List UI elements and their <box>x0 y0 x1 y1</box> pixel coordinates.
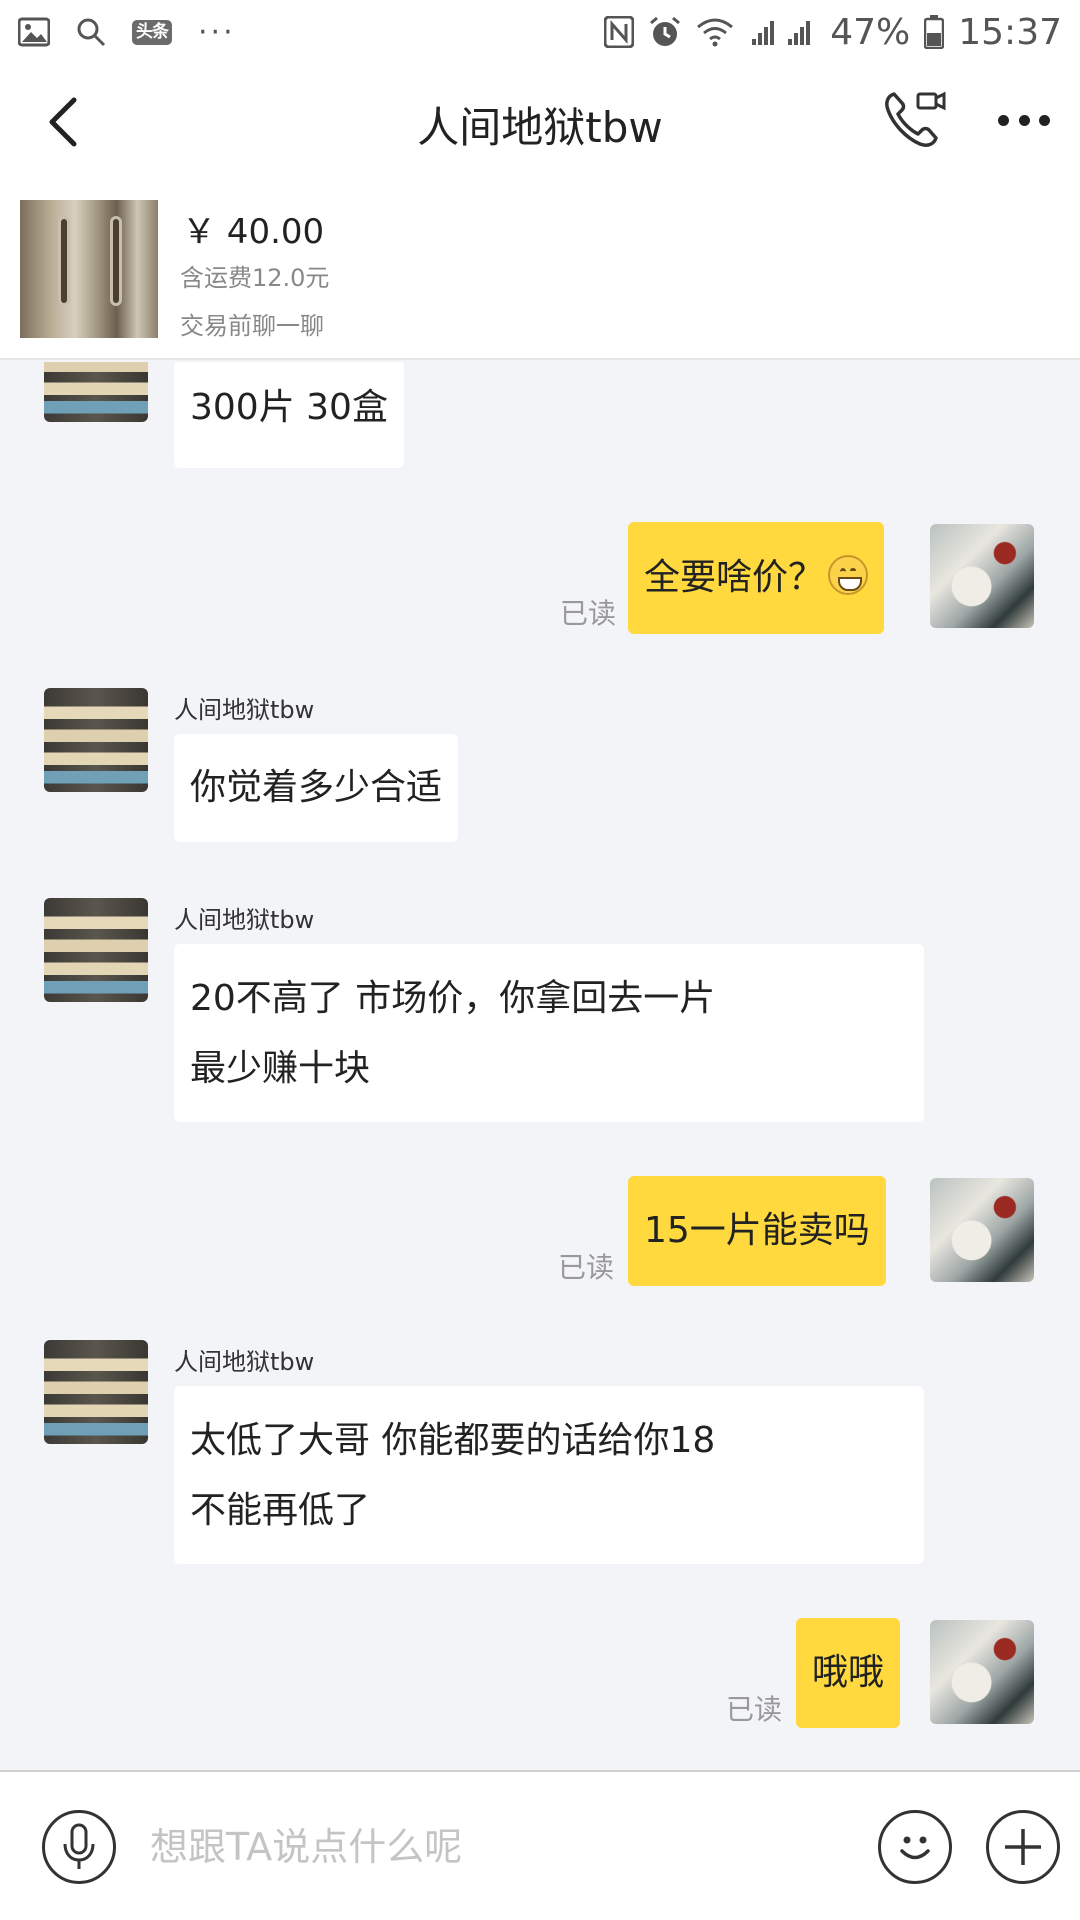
toutiao-app-icon: 头条 <box>132 19 172 45</box>
message-text: 你觉着多少合适 <box>190 767 443 808</box>
message-bubble-outgoing[interactable]: 全要啥价？ <box>628 522 885 634</box>
product-card[interactable]: ￥ 40.00 含运费12.0元 交易前聊一聊 <box>0 180 1080 360</box>
battery-percent: 47% <box>830 11 911 53</box>
message-text: 哦哦 <box>812 1652 885 1693</box>
message-input[interactable] <box>150 1812 850 1882</box>
search-icon <box>76 17 106 47</box>
shipping-fee: 含运费12.0元 <box>180 264 330 292</box>
call-button[interactable] <box>880 88 950 152</box>
message-bubble-outgoing[interactable]: 哦哦 <box>796 1618 901 1728</box>
seller-avatar[interactable] <box>44 362 148 422</box>
my-avatar[interactable] <box>930 1178 1034 1282</box>
message-bubble-incoming[interactable]: 300片 30盒 <box>174 362 404 468</box>
message-text-line: 20不高了 市场价，你拿回去一片 <box>190 978 716 1019</box>
seller-avatar[interactable] <box>44 898 148 1002</box>
grinning-face-icon <box>828 555 869 595</box>
my-avatar[interactable] <box>930 524 1034 628</box>
seller-avatar[interactable] <box>44 688 148 792</box>
message-text: 300片 30盒 <box>190 387 388 428</box>
chat-header: 人间地狱tbw <box>0 64 1080 180</box>
voice-input-button[interactable] <box>42 1810 116 1884</box>
phone-video-icon <box>885 91 946 147</box>
gallery-icon <box>18 17 50 47</box>
alarm-icon <box>648 15 682 49</box>
message-text: 全要啥价？ <box>644 557 825 598</box>
product-price: ￥ 40.00 <box>182 212 325 252</box>
microphone-icon <box>63 1823 95 1869</box>
sender-name: 人间地狱tbw <box>174 696 315 724</box>
more-options-button[interactable] <box>992 98 1056 142</box>
sender-name: 人间地狱tbw <box>174 906 315 934</box>
read-receipt: 已读 <box>558 1251 615 1284</box>
image-detail <box>58 216 70 306</box>
read-receipt: 已读 <box>560 597 617 630</box>
emoji-button[interactable] <box>878 1810 952 1884</box>
read-receipt: 已读 <box>726 1693 783 1726</box>
more-actions-button[interactable] <box>986 1810 1060 1884</box>
message-bubble-incoming[interactable]: 20不高了 市场价，你拿回去一片 最少赚十块 <box>174 944 924 1122</box>
more-notifications-icon: ··· <box>198 14 236 50</box>
product-image[interactable] <box>20 200 158 338</box>
chat-prompt: 交易前聊一聊 <box>180 312 324 340</box>
message-text-line: 太低了大哥 你能都要的话给你18 <box>190 1420 716 1461</box>
message-text: 15一片能卖吗 <box>644 1210 870 1251</box>
my-avatar[interactable] <box>930 1620 1034 1724</box>
message-text-line: 不能再低了 <box>190 1490 371 1531</box>
plus-icon <box>1005 1829 1041 1865</box>
seller-avatar[interactable] <box>44 1340 148 1444</box>
dot-icon <box>1018 114 1030 126</box>
battery-icon <box>924 15 945 49</box>
image-detail <box>110 216 122 306</box>
smiley-icon <box>900 1836 930 1860</box>
clock: 15:37 <box>958 11 1062 53</box>
signal-icon <box>748 17 816 47</box>
back-button[interactable] <box>38 94 94 150</box>
wifi-icon <box>696 17 734 47</box>
dot-icon <box>1039 114 1050 126</box>
message-bubble-incoming[interactable]: 你觉着多少合适 <box>174 734 459 842</box>
dot-icon <box>998 114 1009 126</box>
message-bubble-incoming[interactable]: 太低了大哥 你能都要的话给你18 不能再低了 <box>174 1386 924 1564</box>
sender-name: 人间地狱tbw <box>174 1348 315 1376</box>
nfc-icon <box>604 16 635 48</box>
input-bar <box>0 1770 1080 1920</box>
message-list[interactable]: 300片 30盒 已读 全要啥价？ 人间地狱tbw 你觉着多少合适 人间地狱tb… <box>0 362 1080 1772</box>
message-bubble-outgoing[interactable]: 15一片能卖吗 <box>628 1176 886 1286</box>
message-text-line: 最少赚十块 <box>190 1048 371 1089</box>
chevron-left-icon <box>49 97 77 147</box>
status-bar: 头条 ··· 47% 15:37 <box>0 0 1080 64</box>
